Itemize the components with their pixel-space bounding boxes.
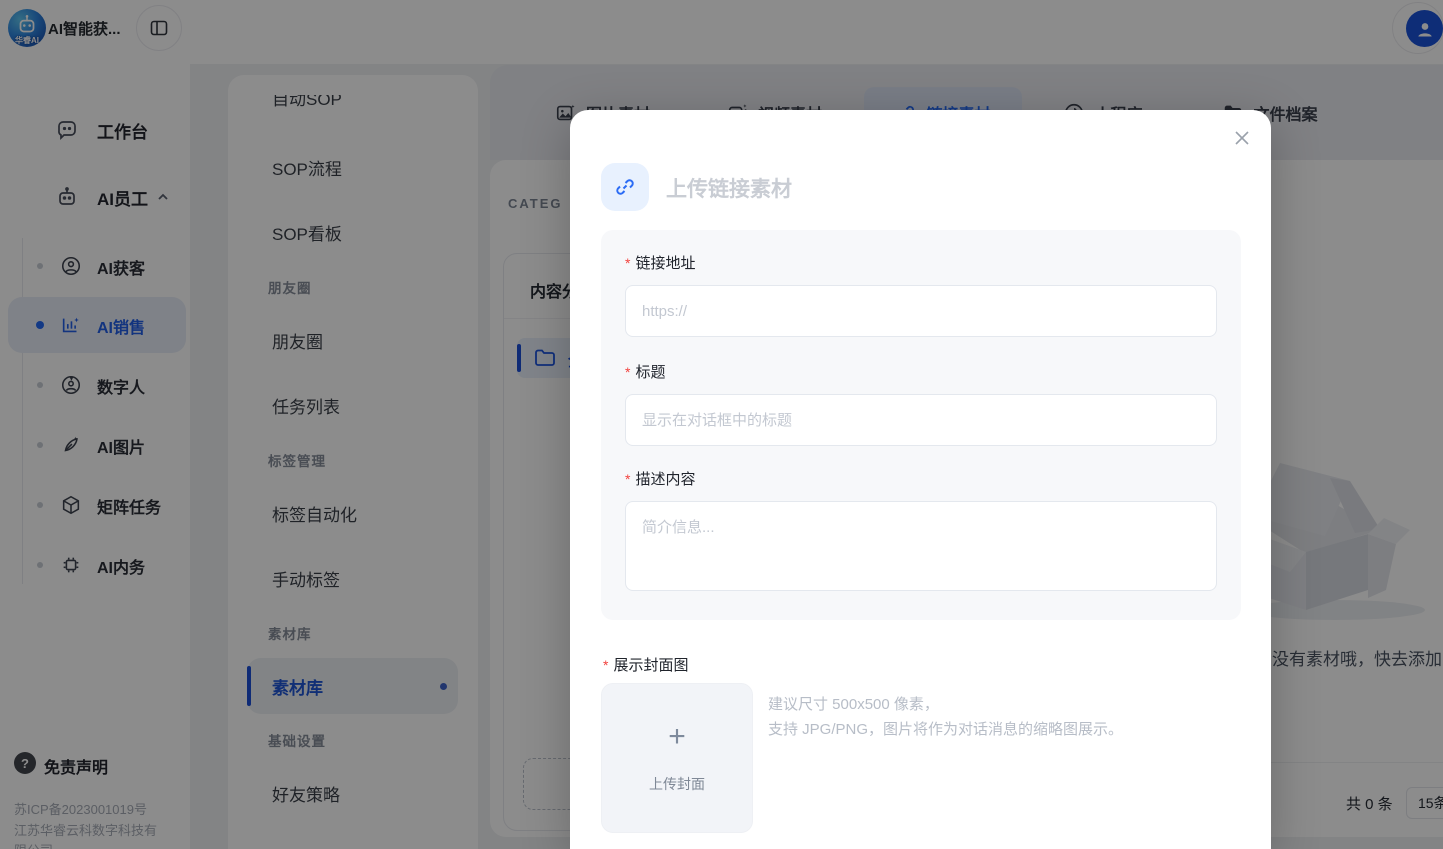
required-asterisk: * — [625, 471, 631, 487]
close-icon[interactable] — [1227, 123, 1257, 153]
field-label-title: * 标题 — [625, 364, 666, 381]
required-asterisk: * — [625, 364, 631, 380]
link-icon — [616, 179, 634, 195]
upload-cover-label: 上传封面 — [649, 776, 705, 792]
title-input[interactable] — [625, 394, 1217, 446]
cover-hint-line1: 建议尺寸 500x500 像素， — [768, 696, 939, 713]
form-card: *链接地址 *标题 *描述内容 — [601, 230, 1241, 620]
required-asterisk: * — [603, 657, 609, 673]
app-window: 华睿AI AI智能获... 工作台 AI员工 AI获客 AI销售 数字人 AI图… — [0, 0, 1443, 849]
upload-link-modal: 上传链接素材 *链接地址 *标题 *描述内容 *展示封面图 + 上传封面 建议尺… — [570, 110, 1271, 849]
plus-icon: + — [668, 720, 686, 753]
cover-hint-line2: 支持 JPG/PNG，图片将作为对话消息的缩略图展示。 — [768, 721, 1124, 738]
field-label-cover-image: * 展示封面图 — [603, 657, 689, 674]
field-label-link-url: * 链接地址 — [625, 255, 696, 272]
required-asterisk: * — [625, 255, 631, 271]
modal-title: 上传链接素材 — [666, 178, 792, 201]
field-label-description: * 描述内容 — [625, 471, 696, 488]
description-textarea[interactable] — [625, 501, 1217, 591]
link-url-input[interactable] — [625, 285, 1217, 337]
upload-cover-button[interactable]: + 上传封面 — [601, 683, 753, 833]
link-icon-chip — [601, 163, 649, 211]
